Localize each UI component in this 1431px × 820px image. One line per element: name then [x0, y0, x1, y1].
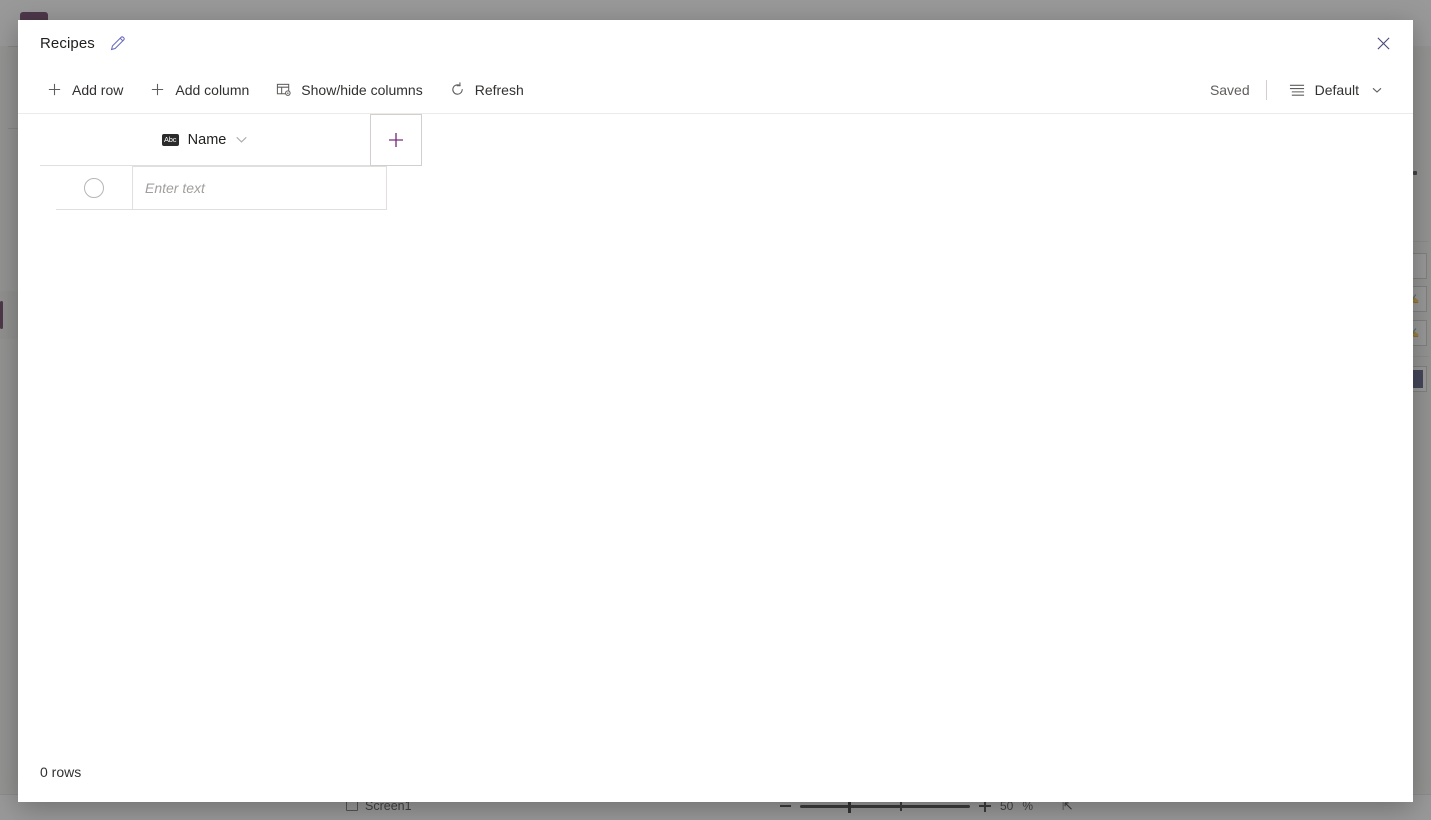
- toolbar-divider: [1265, 80, 1267, 100]
- grid-header-row: Abc Name: [40, 114, 422, 166]
- plus-icon: [386, 130, 406, 150]
- dialog-header: Recipes: [18, 20, 1413, 66]
- refresh-label: Refresh: [474, 81, 524, 98]
- data-grid: Abc Name: [18, 114, 1413, 742]
- cell-name[interactable]: [132, 166, 387, 210]
- add-row-button[interactable]: Add row: [36, 74, 133, 105]
- chevron-down-icon[interactable]: [235, 133, 248, 146]
- plus-icon: [149, 81, 166, 98]
- refresh-icon: [449, 81, 466, 98]
- add-column-button[interactable]: Add column: [139, 74, 259, 105]
- saved-status: Saved: [1209, 82, 1250, 98]
- refresh-button[interactable]: Refresh: [439, 74, 534, 105]
- data-table-dialog: Recipes Add row Add column Show/hide col…: [18, 20, 1413, 802]
- add-row-label: Add row: [72, 81, 124, 98]
- view-name-label: Default: [1314, 82, 1359, 98]
- page-title: Recipes: [40, 34, 95, 52]
- column-header-name[interactable]: Abc Name: [40, 114, 370, 166]
- add-column-inline-button[interactable]: [370, 114, 422, 166]
- show-hide-columns-button[interactable]: Show/hide columns: [265, 74, 432, 105]
- close-icon[interactable]: [1367, 28, 1399, 58]
- abc-text-type-icon: Abc: [161, 133, 179, 146]
- new-row-name-input[interactable]: [143, 179, 376, 197]
- edit-pencil-icon[interactable]: [107, 32, 129, 54]
- table-settings-icon: [275, 81, 292, 98]
- row-select-circle-icon[interactable]: [56, 166, 132, 210]
- plus-icon: [46, 81, 63, 98]
- show-hide-columns-label: Show/hide columns: [301, 81, 423, 98]
- row-count-label: 0 rows: [40, 764, 82, 780]
- dialog-toolbar: Add row Add column Show/hide columns Ref…: [18, 66, 1413, 114]
- grid-new-row: [56, 166, 387, 210]
- dialog-footer: 0 rows: [18, 742, 1413, 802]
- add-column-label: Add column: [175, 81, 250, 98]
- view-selector[interactable]: Default: [1279, 75, 1395, 106]
- chevron-down-icon: [1368, 82, 1385, 99]
- column-header-label: Name: [187, 131, 227, 148]
- list-view-icon: [1289, 82, 1306, 99]
